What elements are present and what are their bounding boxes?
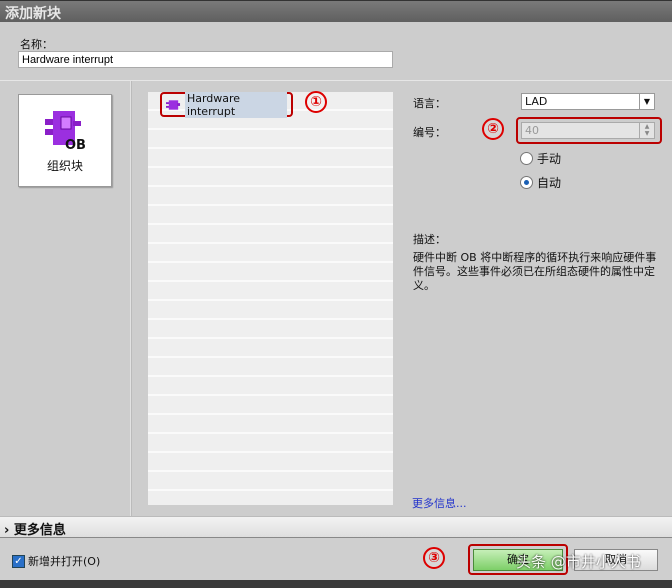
number-spinner: 40 ▲ ▼ [521, 122, 655, 139]
annotation-1: ① [305, 91, 327, 113]
language-select[interactable]: LAD ▼ [521, 93, 655, 110]
list-item-hardware-interrupt[interactable]: Hardware interrupt [160, 91, 293, 118]
chevron-right-icon: › [4, 523, 10, 538]
name-label: 名称： [20, 38, 53, 51]
organization-block-tile[interactable]: OB 组织块 [18, 94, 112, 187]
spinner-arrows-icon: ▲ ▼ [639, 123, 654, 138]
cancel-button[interactable]: 取消 [574, 549, 658, 571]
list-item-label: Hardware interrupt [184, 91, 287, 118]
dialog-title: 添加新块 [5, 6, 61, 22]
divider [0, 80, 672, 81]
radio-manual-label: 手动 [537, 152, 562, 166]
block-list[interactable] [148, 92, 393, 505]
svg-text:OB: OB [65, 138, 86, 153]
language-value: LAD [525, 95, 548, 108]
add-and-open-label: 新增并打开(O) [28, 555, 101, 568]
dialog-title-bar: 添加新块 [0, 0, 672, 22]
more-info-expander[interactable]: › 更多信息 [0, 516, 672, 538]
language-label: 语言： [413, 97, 446, 110]
more-info-label: 更多信息 [13, 523, 66, 538]
checkbox-checked-icon: ✓ [12, 554, 25, 568]
name-input[interactable] [18, 51, 393, 68]
ok-button[interactable]: 确定 [473, 549, 563, 571]
description-label: 描述： [413, 233, 446, 246]
add-and-open-checkbox[interactable]: ✓ 新增并打开(O) [12, 553, 100, 569]
ob-small-icon [166, 99, 181, 110]
radio-icon [520, 152, 533, 165]
annotation-3: ③ [423, 547, 445, 569]
number-label: 编号： [413, 126, 446, 139]
ob-block-icon: OB [45, 111, 86, 153]
number-value: 40 [525, 124, 539, 137]
dialog-footer [0, 538, 672, 580]
description-text: 硬件中断 OB 将中断程序的循环执行来响应硬件事件信号。这些事件必须已在所组态硬… [413, 251, 657, 292]
chevron-down-icon[interactable]: ▼ [639, 94, 654, 109]
radio-auto-label: 自动 [537, 176, 562, 190]
annotation-2: ② [482, 118, 504, 140]
organization-block-label: 组织块 [46, 159, 83, 173]
radio-selected-icon [520, 176, 533, 189]
bottom-strip [0, 580, 672, 588]
panel-divider [130, 81, 132, 516]
radio-auto[interactable]: 自动 [520, 174, 561, 191]
radio-manual[interactable]: 手动 [520, 150, 561, 167]
more-info-link[interactable]: 更多信息... [412, 495, 467, 511]
